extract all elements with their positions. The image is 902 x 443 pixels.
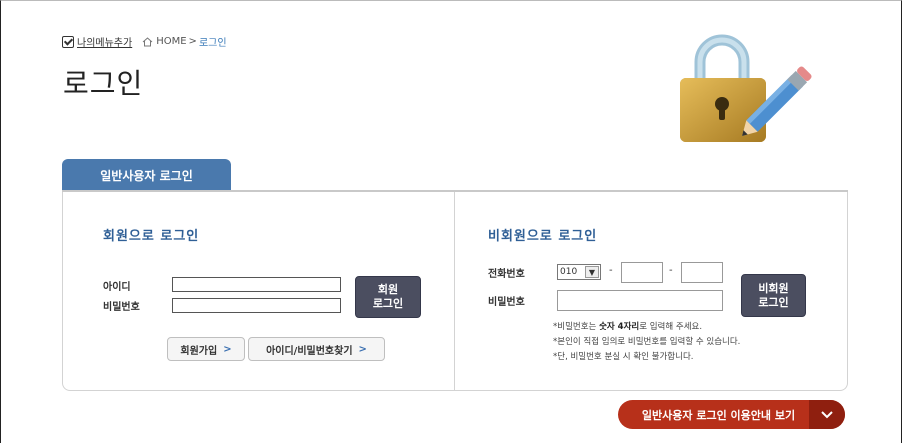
id-label: 아이디 (103, 282, 131, 293)
member-login-heading: 회원으로 로그인 (103, 229, 200, 244)
nonmember-login-heading: 비회원으로 로그인 (488, 229, 598, 244)
nonmember-password-input[interactable] (557, 290, 723, 311)
member-login-button[interactable]: 회원 로그인 (355, 276, 421, 318)
breadcrumb: 나의메뉴추가 HOME > 로그인 (62, 34, 227, 49)
note-line-3: *단, 비밀번호 분실 시 확인 불가합니다. (553, 352, 694, 362)
phone-last-input[interactable] (681, 262, 723, 283)
breadcrumb-current: 로그인 (198, 38, 227, 49)
phone-label: 전화번호 (488, 269, 525, 280)
phone-middle-input[interactable] (621, 262, 663, 283)
find-id-password-button[interactable]: 아이디/비밀번호찾기 > (248, 337, 385, 361)
login-guide-label: 일반사용자 로그인 이용안내 보기 (641, 408, 796, 422)
login-guide-button[interactable]: 일반사용자 로그인 이용안내 보기 (618, 400, 845, 429)
tab-general-user-login[interactable]: 일반사용자 로그인 (62, 159, 231, 191)
home-link[interactable]: HOME (142, 36, 187, 47)
phone-dash-1: - (609, 265, 613, 276)
phone-prefix-select[interactable]: 010 ▼ (557, 264, 601, 280)
home-label: HOME (156, 36, 187, 47)
lock-pencil-illustration (680, 34, 812, 142)
note-line-2: *본인이 직접 임의로 비밀번호를 입력할 수 있습니다. (553, 337, 741, 347)
join-button[interactable]: 회원가입 > (167, 337, 245, 361)
chevron-down-icon: ▼ (585, 266, 599, 278)
chevron-right-icon: > (358, 343, 367, 355)
add-my-menu-link[interactable]: 나의메뉴추가 (62, 34, 132, 49)
password-label: 비밀번호 (103, 302, 140, 313)
panel-divider (454, 192, 455, 390)
join-label: 회원가입 (180, 345, 218, 357)
page-title: 로그인 (63, 67, 144, 100)
find-id-password-label: 아이디/비밀번호찾기 (266, 345, 353, 357)
checkbox-icon (62, 35, 74, 48)
phone-dash-2: - (669, 265, 673, 276)
chevron-down-icon (809, 400, 845, 429)
nonmember-password-label: 비밀번호 (488, 297, 525, 308)
chevron-right-icon: > (223, 343, 232, 355)
home-icon (142, 36, 153, 46)
note-line-1: *비밀번호는 숫자 4자리로 입력해 주세요. (553, 322, 703, 332)
password-input[interactable] (172, 298, 341, 313)
phone-prefix-value: 010 (560, 267, 578, 277)
add-my-menu-label: 나의메뉴추가 (77, 38, 133, 49)
breadcrumb-separator: > (188, 36, 197, 47)
id-input[interactable] (172, 277, 341, 292)
nonmember-login-button[interactable]: 비회원 로그인 (741, 274, 806, 317)
